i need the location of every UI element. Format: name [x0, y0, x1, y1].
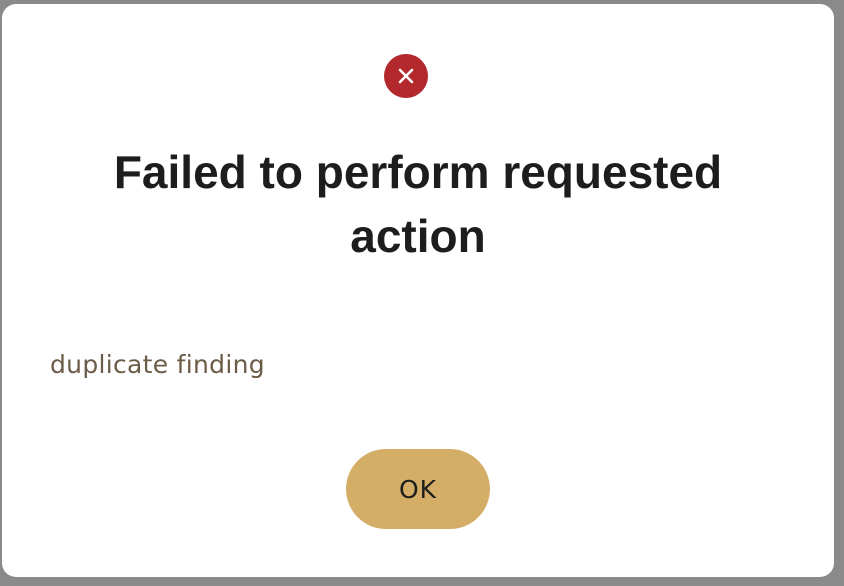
- ok-button[interactable]: OK: [346, 449, 490, 529]
- error-dialog: Failed to perform requested action dupli…: [2, 4, 834, 577]
- dialog-message: duplicate finding: [50, 350, 265, 379]
- close-x-icon: [398, 68, 414, 84]
- error-icon: [384, 54, 428, 98]
- dialog-title: Failed to perform requested action: [113, 146, 723, 262]
